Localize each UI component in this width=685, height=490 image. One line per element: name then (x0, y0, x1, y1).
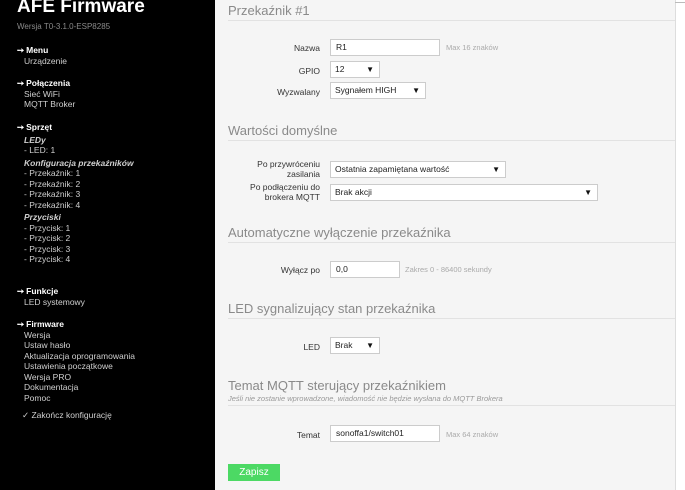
sidebar-item-relay-4[interactable]: - Przekaźnik: 4 (17, 200, 134, 211)
auto-off-hint: Zakres 0 - 86400 sekundy (405, 265, 492, 274)
trigger-select[interactable]: Sygnałem HIGH ▼ (330, 82, 426, 99)
led-select-value: Brak (335, 340, 353, 350)
sidebar-group-buttons: Przyciski (24, 212, 61, 222)
sidebar-item-relay-3[interactable]: - Przekaźnik: 3 (17, 189, 134, 200)
sidebar-group-relays: Konfiguracja przekaźników (24, 157, 134, 168)
nav-section-menu: ➙ Menu Urządzenie (17, 45, 67, 66)
mqtt-connect-label: Po podłączeniu do brokera MQTT (215, 182, 320, 202)
arrow-right-icon: ➙ (17, 319, 25, 329)
nav-section-functions: ➙ Funkcje LED systemowy (17, 286, 85, 307)
name-input[interactable]: R1 (330, 39, 440, 56)
sidebar-item-set-password[interactable]: Ustaw hasło (17, 340, 135, 351)
caret-down-icon: ▼ (492, 165, 500, 174)
section-title-relay: Przekaźnik #1 (228, 3, 675, 21)
mqtt-connect-label-line-1: Po podłączeniu do (250, 182, 320, 192)
power-restore-label-line-2: zasilania (286, 169, 320, 179)
sidebar-item-system-led[interactable]: LED systemowy (17, 297, 85, 308)
caret-down-icon: ▼ (366, 65, 374, 74)
nav-section-firmware: ➙ Firmware Wersja Ustaw hasło Aktualizacj… (17, 319, 135, 403)
mqtt-topic-input[interactable]: sonoffa1/switch01 (330, 425, 440, 442)
page-edge-divider (675, 0, 676, 490)
firmware-version: Wersja T0-3.1.0-ESP8285 (17, 22, 111, 31)
sidebar-item-documentation[interactable]: Dokumentacja (17, 382, 135, 393)
nav-head-menu: ➙ Menu (17, 45, 49, 55)
arrow-right-icon: ➙ (17, 286, 25, 296)
arrow-right-icon: ➙ (17, 45, 25, 55)
mqtt-connect-select-value: Brak akcji (335, 187, 372, 197)
sidebar-item-wifi[interactable]: Sieć WiFi (17, 89, 75, 100)
mqtt-connect-label-line-2: brokera MQTT (264, 192, 320, 202)
power-restore-select[interactable]: Ostatnia zapamiętana wartość ▼ (330, 161, 506, 178)
sidebar-item-relay-2[interactable]: - Przekaźnik: 2 (17, 179, 134, 190)
trigger-select-value: Sygnałem HIGH (335, 85, 397, 95)
sidebar-item-button-4[interactable]: - Przycisk: 4 (17, 254, 134, 265)
finish-configuration-link[interactable]: ✓ Zakończ konfigurację (22, 410, 112, 421)
nav-head-firmware: ➙ Firmware (17, 319, 64, 329)
caret-down-icon: ▼ (412, 86, 420, 95)
nav-section-connections: ➙ Połączenia Sieć WiFi MQTT Broker (17, 78, 75, 110)
sidebar-group-leds: LEDy (24, 134, 46, 145)
led-label: LED (303, 342, 320, 352)
sidebar-item-pro-version[interactable]: Wersja PRO (17, 372, 135, 383)
gpio-select-value: 12 (335, 64, 345, 74)
power-restore-select-value: Ostatnia zapamiętana wartość (335, 164, 450, 174)
sidebar-item-version[interactable]: Wersja (17, 330, 135, 341)
auto-off-label: Wyłącz po (280, 265, 320, 275)
mqtt-connect-select[interactable]: Brak akcji ▼ (330, 184, 598, 201)
main-content: Przekaźnik #1 Nazwa R1 Max 16 znaków GPI… (215, 0, 675, 490)
gpio-label: GPIO (298, 66, 320, 76)
top-edge-line (675, 2, 685, 3)
sidebar-item-button-1[interactable]: - Przycisk: 1 (17, 223, 134, 234)
sidebar-item-led-1[interactable]: - LED: 1 (17, 145, 134, 156)
section-title-defaults: Wartości domyślne (228, 123, 675, 141)
mqtt-topic-description: Jeśli nie zostanie wprowadzone, wiadomoś… (228, 394, 675, 406)
name-label: Nazwa (294, 43, 320, 53)
auto-off-input[interactable]: 0,0 (330, 261, 400, 278)
sidebar: AFE Firmware Wersja T0-3.1.0-ESP8285 ➙ Me… (0, 0, 215, 490)
sidebar-item-mqtt-broker[interactable]: MQTT Broker (17, 99, 75, 110)
brand-title: AFE Firmware (17, 0, 145, 17)
sidebar-item-firmware-update[interactable]: Aktualizacja oprogramowania (17, 351, 135, 362)
arrow-right-icon: ➙ (17, 78, 25, 88)
nav-section-hardware: ➙ Sprzęt LEDy - LED: 1 Konfiguracja przek… (17, 122, 134, 265)
section-title-auto-off: Automatyczne wyłączenie przekaźnika (228, 225, 675, 243)
arrow-right-icon: ➙ (17, 122, 25, 132)
sidebar-item-button-3[interactable]: - Przycisk: 3 (17, 244, 134, 255)
sidebar-item-relay-1[interactable]: - Przekaźnik: 1 (17, 168, 134, 179)
power-restore-label: Po przywróceniu zasilania (215, 159, 320, 179)
mqtt-topic-hint: Max 64 znaków (446, 430, 499, 439)
section-title-led: LED sygnalizujący stan przekaźnika (228, 301, 675, 319)
sidebar-item-button-2[interactable]: - Przycisk: 2 (17, 233, 134, 244)
caret-down-icon: ▼ (584, 188, 592, 197)
nav-head-functions: ➙ Funkcje (17, 286, 59, 296)
power-restore-label-line-1: Po przywróceniu (257, 159, 320, 169)
name-hint: Max 16 znaków (446, 43, 499, 52)
gpio-select[interactable]: 12 ▼ (330, 61, 380, 78)
save-button[interactable]: Zapisz (228, 464, 280, 481)
sidebar-item-initial-settings[interactable]: Ustawienia początkowe (17, 361, 135, 372)
section-title-mqtt-topic: Temat MQTT sterujący przekaźnikiem (228, 378, 446, 393)
caret-down-icon: ▼ (366, 341, 374, 350)
trigger-label: Wyzwalany (277, 87, 320, 97)
nav-head-hardware: ➙ Sprzęt (17, 122, 53, 132)
sidebar-item-device[interactable]: Urządzenie (17, 56, 67, 67)
mqtt-topic-label: Temat (296, 430, 320, 440)
nav-head-connections: ➙ Połączenia (17, 78, 71, 88)
led-select[interactable]: Brak ▼ (330, 337, 380, 354)
sidebar-item-help[interactable]: Pomoc (17, 393, 135, 404)
